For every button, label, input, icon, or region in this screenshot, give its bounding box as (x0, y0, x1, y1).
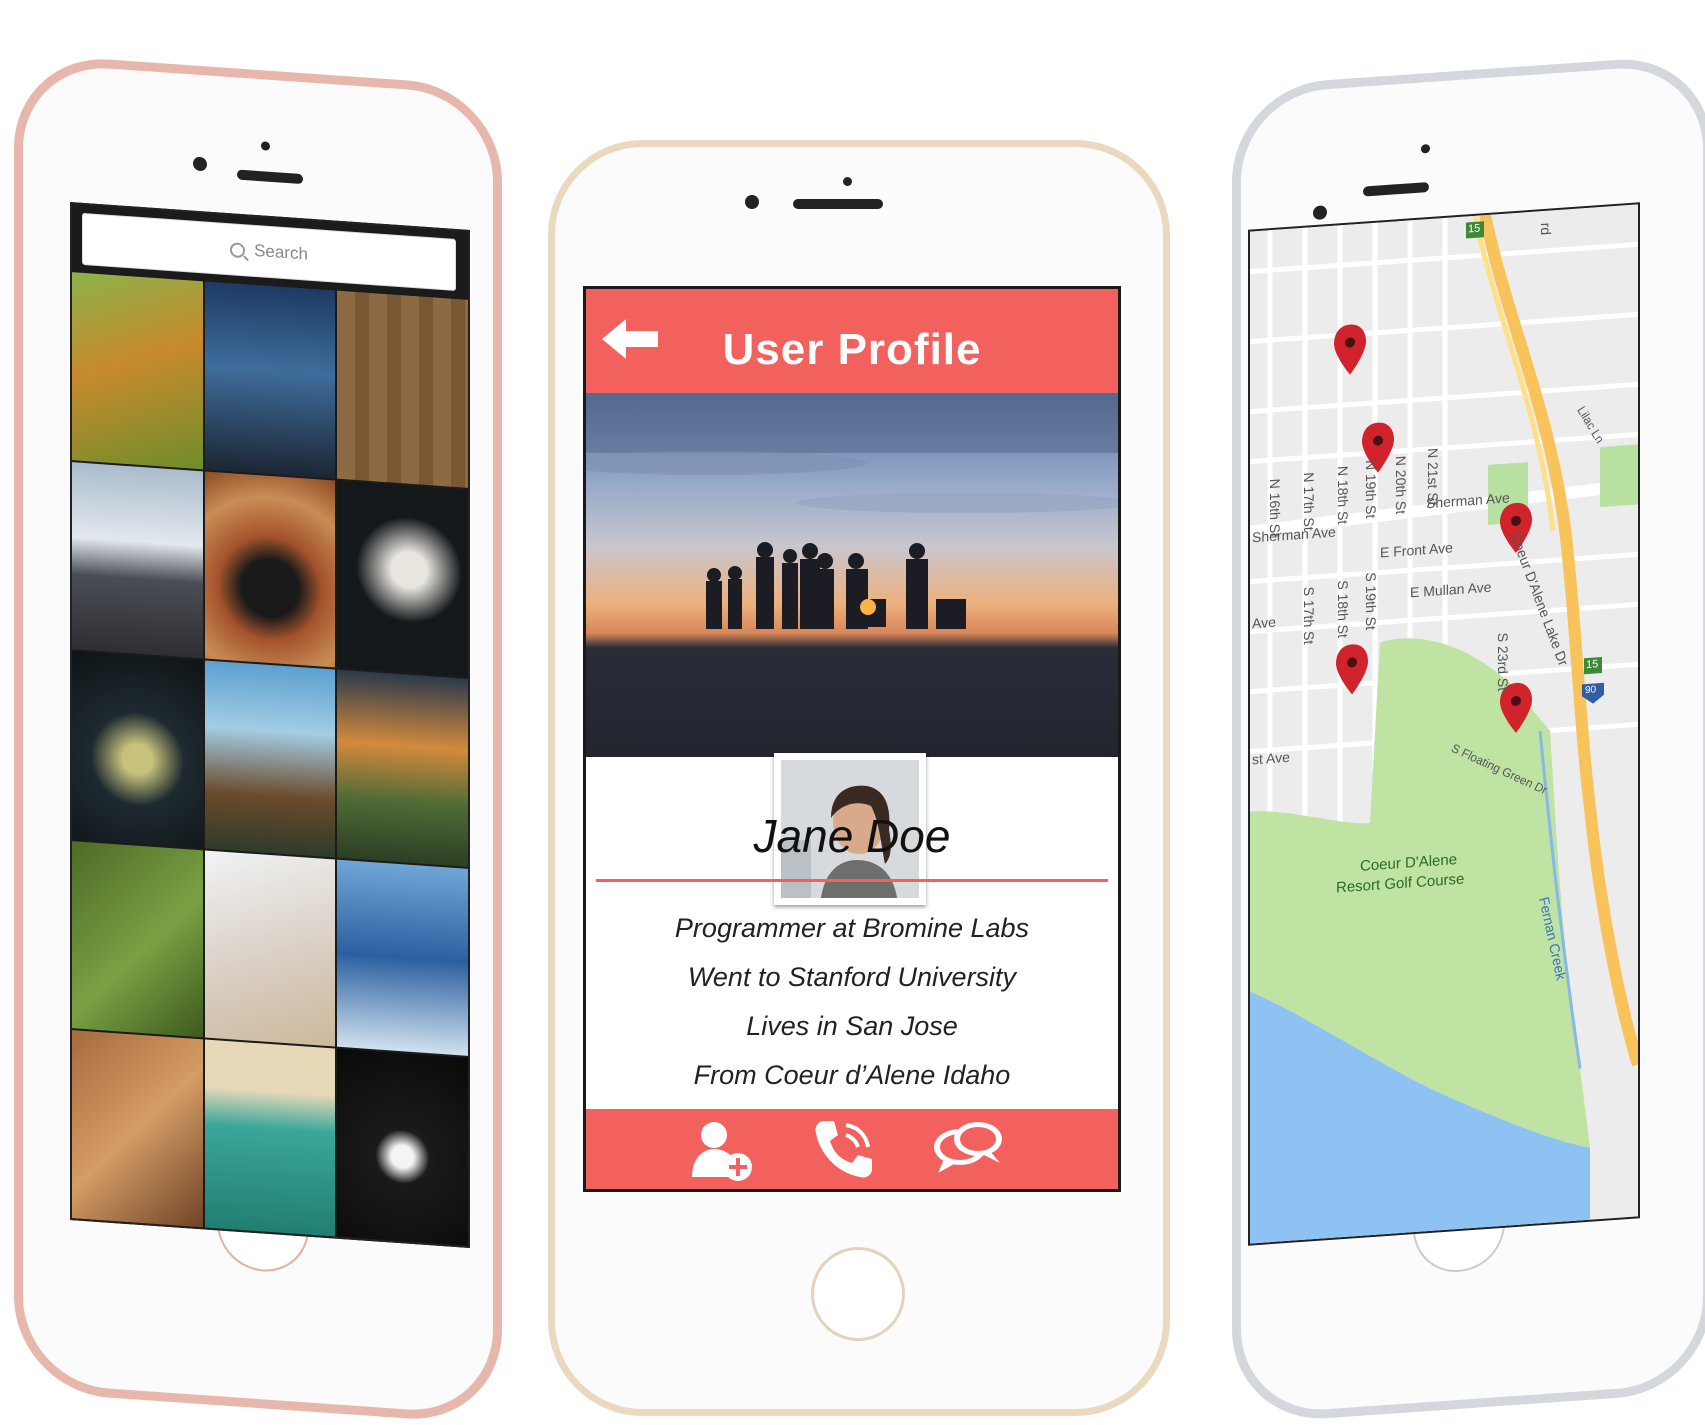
bio-line-job: Programmer at Bromine Labs (674, 913, 1030, 943)
photo-blue-mountains[interactable] (337, 859, 468, 1057)
highway-shield-90: 90 (1585, 684, 1597, 697)
name-divider (596, 879, 1108, 882)
highway-shield-15: 15 (1586, 658, 1599, 672)
earpiece-speaker (1363, 182, 1429, 197)
front-camera (1313, 205, 1327, 221)
street-n-17th: N 17th St (1301, 471, 1318, 532)
photo-lake[interactable] (204, 660, 336, 858)
photo-flower-hand[interactable] (204, 850, 336, 1047)
front-camera (745, 195, 759, 209)
add-contact-icon (692, 1122, 752, 1181)
search-icon (230, 241, 246, 258)
call-button[interactable] (808, 1115, 878, 1185)
user-name: Jane Doe (753, 810, 951, 862)
photo-jellyfish[interactable] (72, 651, 203, 849)
street-s-23rd: S 23rd St (1495, 632, 1512, 692)
street-partial-ave: Ave (1252, 613, 1276, 632)
map-screen: rd 15 15 90 N 16th St N 17th St N 18th S… (1248, 202, 1640, 1246)
photo-mountains-dusk[interactable] (204, 281, 336, 479)
street-s-18th: S 18th St (1334, 579, 1351, 639)
street-n-18th: N 18th St (1335, 465, 1352, 525)
map-canvas[interactable] (1250, 204, 1638, 1244)
street-s-19th: S 19th St (1362, 571, 1379, 631)
photo-green-field[interactable] (72, 840, 203, 1038)
photo-lion[interactable] (72, 272, 203, 469)
photo-swan[interactable] (337, 480, 468, 678)
phone-icon (815, 1121, 872, 1178)
search-placeholder: Search (254, 240, 308, 264)
photo-wooden-planks[interactable] (337, 290, 468, 488)
photo-geometric-web[interactable] (337, 1049, 468, 1246)
beach-silhouettes (586, 393, 1118, 629)
message-button[interactable] (930, 1115, 1002, 1185)
sensor-dot (843, 177, 852, 186)
bio-line-hometown: From Coeur d’Alene Idaho (693, 1060, 1011, 1090)
photo-grid (72, 272, 468, 1246)
earpiece-speaker (237, 169, 303, 185)
street-s-17th: S 17th St (1300, 586, 1317, 645)
street-n-20th: N 20th St (1393, 455, 1410, 515)
home-button[interactable] (811, 1247, 905, 1341)
photo-road[interactable] (72, 461, 203, 659)
cover-photo (586, 393, 1118, 905)
sensor-dot (1421, 143, 1430, 154)
action-bar (586, 1109, 1118, 1189)
photo-cliff-sunset[interactable] (337, 669, 468, 867)
page-title: User Profile (722, 325, 982, 374)
earpiece-speaker (793, 199, 883, 209)
map-label-partial-rd: rd (1538, 222, 1555, 236)
photo-vintage-car[interactable] (204, 1039, 336, 1237)
header-bar: User Profile (586, 289, 1118, 393)
user-profile-screen: User Profile Jane Doe Programmer at Brom… (583, 286, 1121, 1192)
photo-gallery-screen: Search (70, 202, 470, 1248)
street-n-19th: N 19th St (1363, 459, 1380, 519)
bio-line-school: Went to Stanford University (687, 962, 1017, 992)
street-partial-st-ave: st Ave (1252, 748, 1290, 768)
bio-line-residence: Lives in San Jose (746, 1011, 958, 1041)
chat-bubbles-icon (934, 1122, 1002, 1173)
photo-canyon[interactable] (204, 471, 336, 668)
highway-shield-15-top: 15 (1468, 222, 1481, 236)
add-contact-button[interactable] (686, 1115, 756, 1185)
photo-wood-arches[interactable] (72, 1030, 203, 1228)
front-camera (193, 156, 207, 172)
sensor-dot (261, 141, 270, 151)
